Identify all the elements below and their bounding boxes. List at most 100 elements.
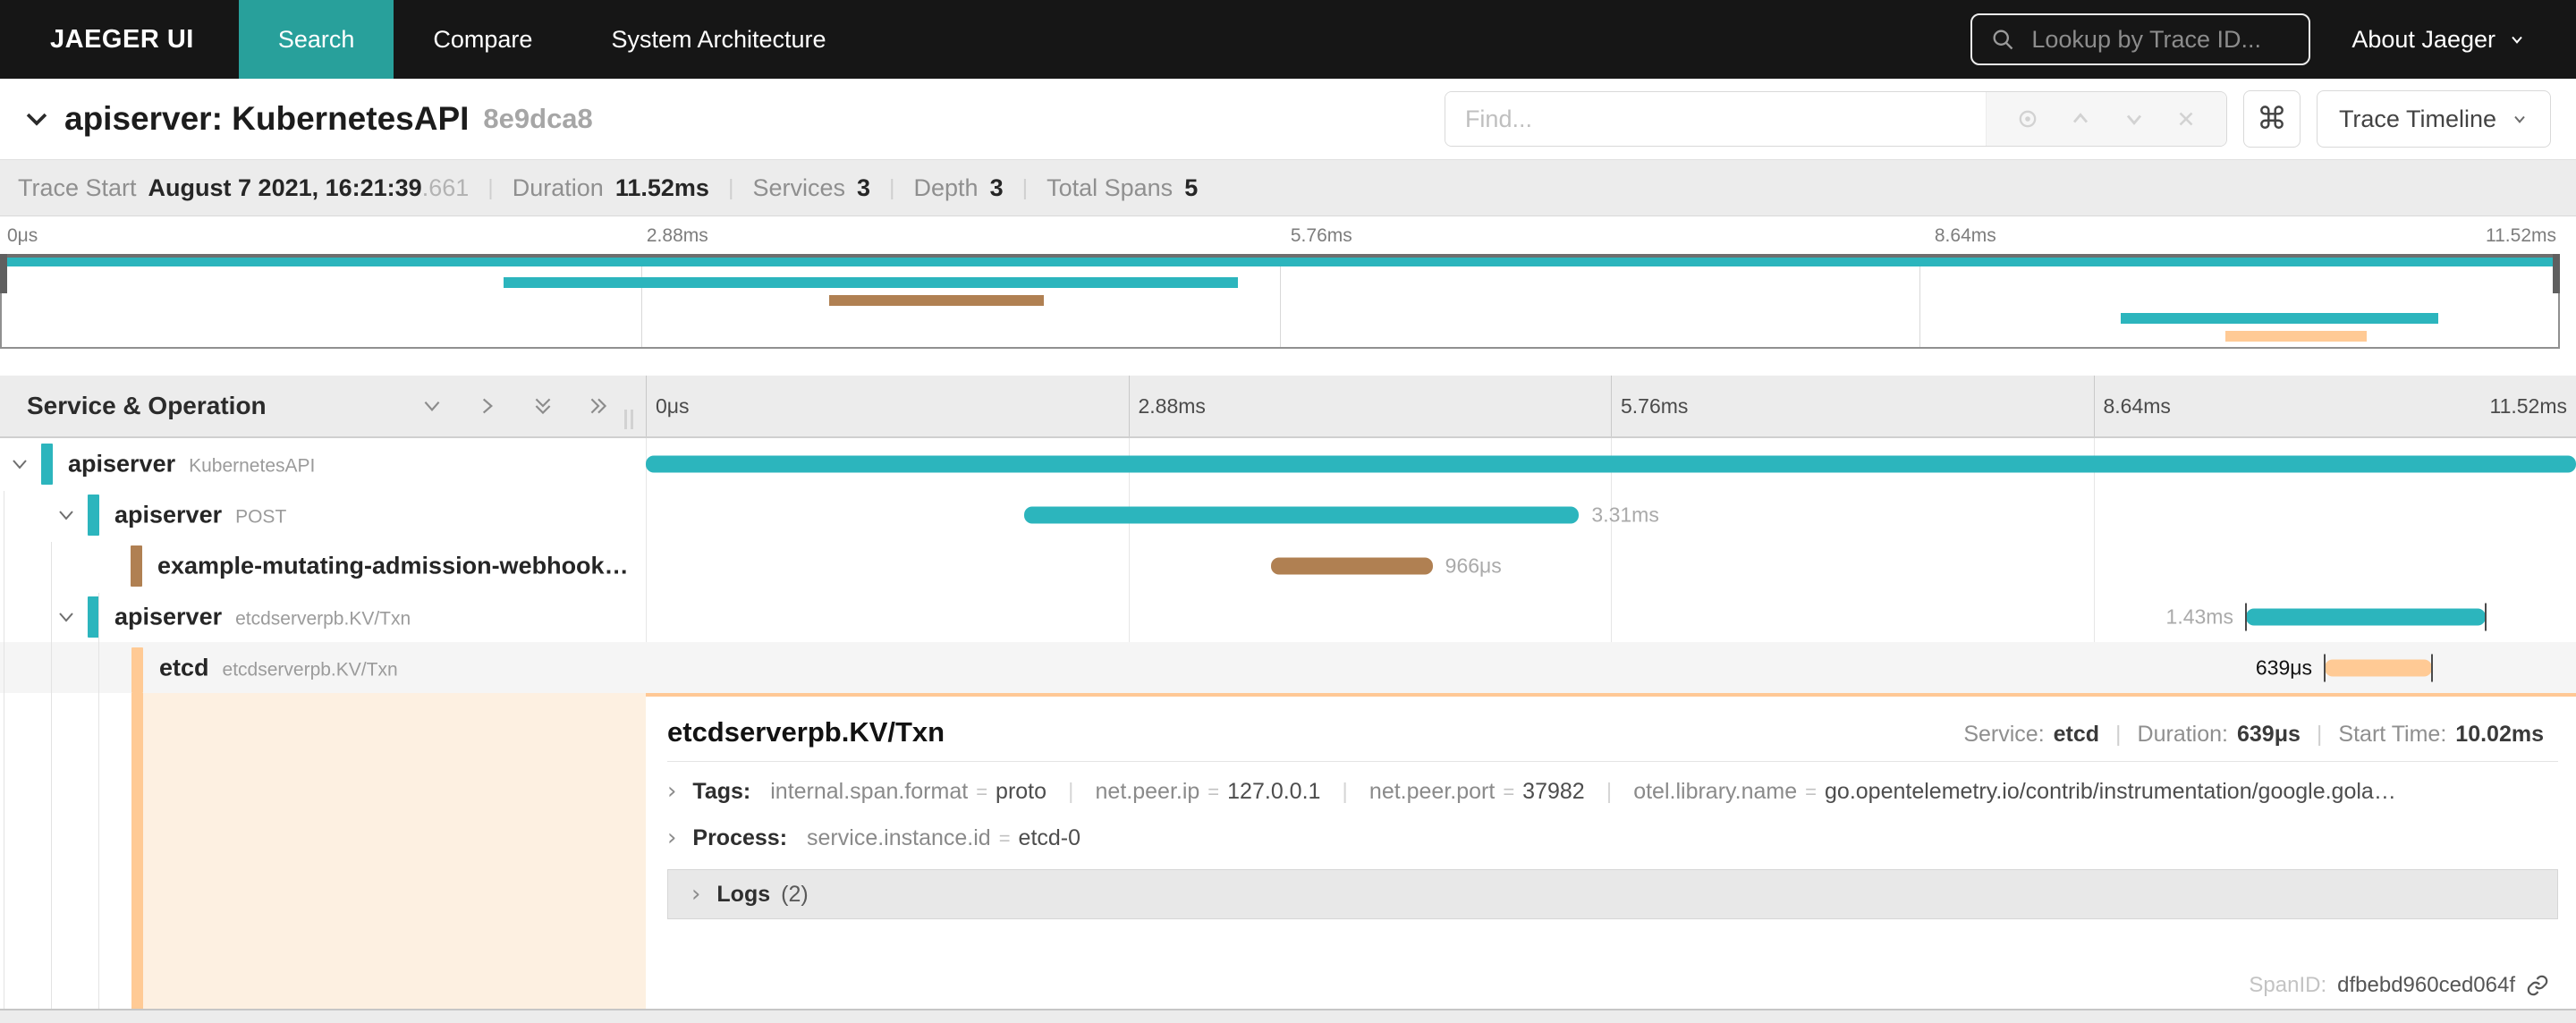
service-name: etcd: [159, 654, 209, 681]
nav-item-system-architecture[interactable]: System Architecture: [572, 0, 865, 79]
service-color-bar: [131, 545, 142, 587]
span-name-cell[interactable]: apiserver etcdserverpb.KV/Txn: [0, 591, 646, 642]
find-extras: [1985, 92, 2226, 146]
span-bar-cell[interactable]: 639μs: [646, 642, 2576, 693]
span-bar-cell[interactable]: 1.43ms: [646, 591, 2576, 642]
span-row-webhook[interactable]: example-mutating-admission-webhook… 966μ…: [0, 540, 2576, 591]
collapse-trace-chevron-icon[interactable]: [21, 104, 52, 134]
divider: |: [2316, 722, 2323, 747]
app-brand[interactable]: JAEGER UI: [0, 0, 239, 79]
bottom-strip: [0, 1009, 2576, 1023]
expand-all-double-chevron-right-icon[interactable]: [587, 394, 610, 418]
axis-tick: 11.52ms: [2486, 225, 2556, 246]
trace-id-lookup[interactable]: [1970, 13, 2311, 65]
tag-kv: net.peer.port = 37982: [1368, 779, 1585, 804]
collapse-children-chevron-icon[interactable]: [55, 606, 77, 628]
span-bar-cell[interactable]: 3.31ms: [646, 489, 2576, 540]
operation-name: KubernetesAPI: [189, 455, 316, 476]
collapse-all-chevron-down-icon[interactable]: [420, 394, 444, 418]
service-name: example-mutating-admission-webhook…: [157, 552, 629, 579]
find-prev-icon[interactable]: [2068, 106, 2093, 131]
span-duration-bar[interactable]: [1270, 557, 1433, 574]
viewport-left-scrubber[interactable]: [0, 254, 7, 293]
collapse-all-double-chevron-down-icon[interactable]: [531, 394, 555, 418]
keyboard-shortcuts-button[interactable]: ⌘: [2242, 90, 2301, 148]
collapse-children-chevron-icon[interactable]: [9, 453, 30, 475]
chevron-down-icon: [2511, 110, 2529, 128]
minimap-span-bar: [2121, 313, 2439, 324]
detail-operation-title: etcdserverpb.KV/Txn: [667, 716, 945, 748]
trace-id-input[interactable]: [2029, 24, 2292, 55]
selected-span-highlight: [140, 693, 646, 1009]
span-duration-label: 1.43ms: [2165, 604, 2233, 628]
timeline-column: 2.88ms: [1128, 376, 1612, 436]
collapse-children-chevron-icon[interactable]: [55, 504, 77, 526]
span-row-apiserver-kubernetesapi[interactable]: apiserver KubernetesAPI: [0, 438, 2576, 489]
minimap-viewport[interactable]: [0, 254, 2560, 349]
span-row-apiserver-etcd-txn[interactable]: apiserver etcdserverpb.KV/Txn 1.43ms: [0, 591, 2576, 642]
minimap-span-bar: [503, 277, 1238, 288]
operation-name: etcdserverpb.KV/Txn: [235, 608, 411, 629]
total-spans-label: Total Spans: [1046, 173, 1174, 201]
find-input[interactable]: [1445, 92, 1986, 146]
depth-stat: Depth 3: [914, 174, 1004, 202]
process-accordion[interactable]: › Process: service.instance.id = etcd-0: [667, 808, 2558, 855]
span-row-apiserver-post[interactable]: apiserver POST 3.31ms: [0, 489, 2576, 540]
spanid-value: dfbebd960ced064f: [2337, 973, 2515, 997]
duration-value: 639μs: [2237, 722, 2301, 747]
process-label: Process:: [692, 825, 788, 850]
chevron-right-icon: ›: [667, 778, 677, 805]
child-boundary-tick: [2324, 654, 2326, 681]
divider: |: [487, 174, 494, 200]
services-value: 3: [856, 173, 870, 201]
span-name-cell[interactable]: apiserver POST: [0, 489, 646, 540]
trace-start-stat: Trace Start August 7 2021, 16:21:39.661: [18, 174, 469, 202]
span-duration-bar[interactable]: [646, 455, 2576, 472]
logs-label: Logs: [716, 881, 771, 907]
trace-header: apiserver: KubernetesAPI 8e9dca8 Find...…: [0, 79, 2576, 159]
span-bar-cell[interactable]: 966μs: [646, 540, 2576, 591]
total-spans-value: 5: [1184, 173, 1199, 201]
nav-item-compare[interactable]: Compare: [394, 0, 572, 79]
span-name-cell[interactable]: apiserver KubernetesAPI: [0, 438, 646, 489]
span-name-cell[interactable]: etcd etcdserverpb.KV/Txn: [0, 642, 646, 693]
focus-target-icon[interactable]: [2015, 106, 2040, 131]
service-label: Service:: [1963, 722, 2045, 747]
trace-view-select[interactable]: Trace Timeline: [2316, 90, 2551, 148]
span-detail-panel: etcdserverpb.KV/Txn Service: etcd | Durat…: [646, 693, 2576, 1009]
logs-accordion[interactable]: › Logs (2): [667, 869, 2558, 919]
divider: |: [727, 174, 734, 200]
minimap-span-bar: [2224, 331, 2368, 342]
find-next-icon[interactable]: [2122, 106, 2147, 131]
tag-kv: internal.span.format = proto: [770, 779, 1047, 804]
tree-guide-line: [98, 593, 99, 1009]
service-name: apiserver: [114, 603, 223, 630]
expand-one-chevron-right-icon[interactable]: [476, 394, 499, 418]
trace-view-label: Trace Timeline: [2338, 105, 2496, 132]
search-icon: [1990, 27, 2015, 52]
span-row-etcd-txn-selected[interactable]: etcd etcdserverpb.KV/Txn 639μs: [0, 642, 2576, 693]
process-kv: service.instance.id = etcd-0: [807, 825, 1081, 850]
depth-label: Depth: [913, 173, 979, 201]
column-resize-grabber[interactable]: [624, 410, 633, 429]
span-bar-cell[interactable]: [646, 438, 2576, 489]
axis-tick: 0μs: [7, 225, 38, 246]
minimap-span-bar: [2, 258, 2558, 266]
total-spans-stat: Total Spans 5: [1046, 174, 1198, 202]
service-color-bar: [41, 443, 53, 485]
viewport-right-scrubber[interactable]: [2553, 254, 2560, 293]
span-duration-bar[interactable]: [2245, 608, 2486, 625]
tags-accordion[interactable]: › Tags: internal.span.format = proto | net…: [667, 762, 2558, 808]
chevron-down-icon: [2508, 30, 2526, 48]
copy-link-icon[interactable]: [2526, 974, 2549, 997]
divider: |: [1021, 174, 1029, 200]
about-jaeger-menu[interactable]: About Jaeger: [2351, 0, 2526, 79]
logs-count: (2): [781, 881, 809, 907]
child-boundary-tick: [2244, 603, 2247, 630]
span-duration-bar[interactable]: [1024, 506, 1580, 523]
clear-find-icon[interactable]: [2174, 107, 2198, 131]
span-duration-bar[interactable]: [2325, 659, 2432, 676]
span-name-cell[interactable]: example-mutating-admission-webhook…: [0, 540, 646, 591]
nav-item-search[interactable]: Search: [238, 0, 394, 79]
